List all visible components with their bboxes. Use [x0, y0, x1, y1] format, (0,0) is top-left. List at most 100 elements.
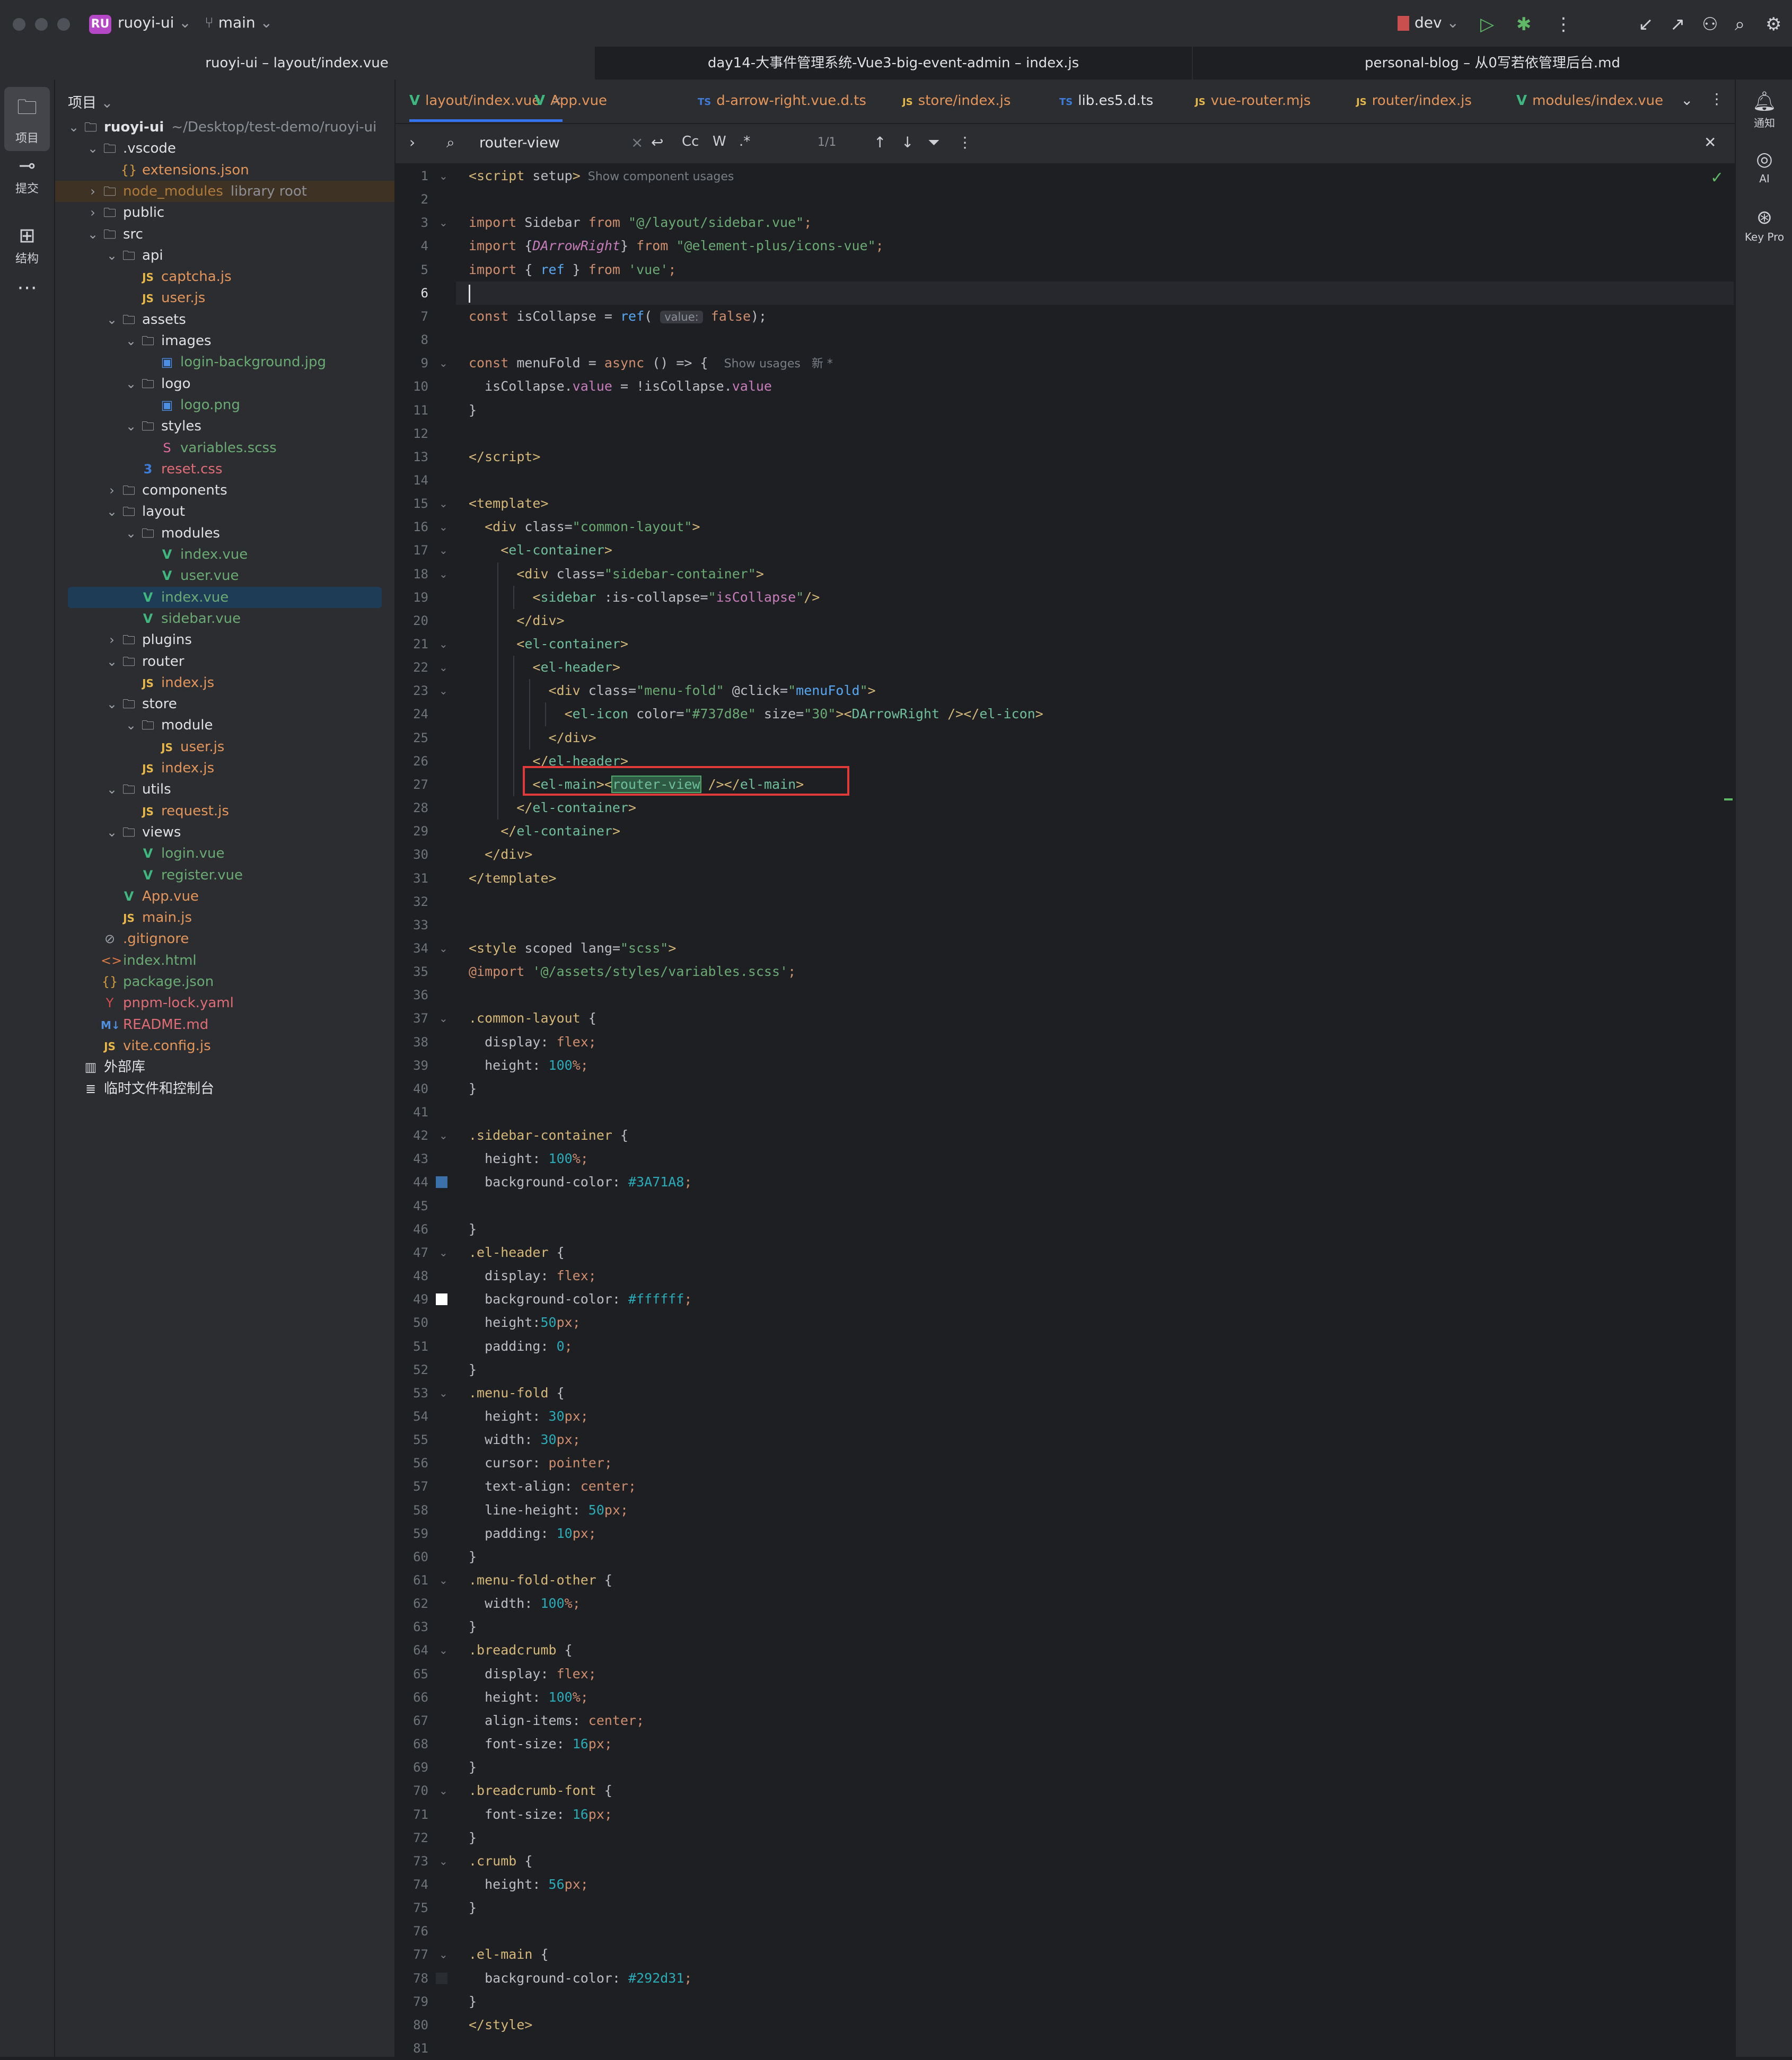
- regex-toggle[interactable]: .*: [739, 134, 750, 149]
- tree-item[interactable]: › 🗀 plugins: [55, 629, 394, 650]
- chevron-down-icon[interactable]: ⌄: [66, 117, 82, 138]
- settings-gear-icon[interactable]: ⚙: [1765, 14, 1781, 35]
- tree-item[interactable]: ⌄ 🗀 logo: [55, 373, 394, 394]
- panel-title-button[interactable]: 项目 ⌄: [68, 91, 113, 112]
- tool-notifications[interactable]: 🔔︎ 通知: [1736, 90, 1792, 130]
- chevron-down-icon[interactable]: ⌄: [123, 373, 139, 394]
- fold-chevron-icon[interactable]: ⌄: [439, 515, 448, 539]
- window-tab-personal-blog[interactable]: personal-blog – 从0写若依管理后台.md: [1193, 47, 1792, 80]
- tree-item[interactable]: › 🗀 components: [55, 480, 394, 501]
- fold-chevron-icon[interactable]: ⌄: [439, 1850, 448, 1873]
- chevron-down-icon[interactable]: ⌄: [85, 224, 101, 245]
- fold-chevron-icon[interactable]: ⌄: [439, 1381, 448, 1405]
- debug-icon[interactable]: ✱: [1516, 14, 1532, 35]
- fold-chevron-icon[interactable]: ⌄: [439, 1007, 448, 1030]
- editor-tab[interactable]: TS lib.es5.d.ts: [1059, 80, 1153, 122]
- editor-tab[interactable]: Vmodules/index.vue: [1516, 80, 1663, 122]
- chevron-right-icon[interactable]: ›: [85, 202, 101, 223]
- tree-item[interactable]: ⌄ 🗀 layout: [55, 501, 394, 522]
- chevron-right-icon[interactable]: ›: [104, 480, 120, 501]
- whole-words-toggle[interactable]: W: [713, 134, 726, 149]
- tree-item[interactable]: Vindex.vue: [55, 544, 394, 565]
- tree-item[interactable]: ⌄ 🗀 images: [55, 330, 394, 351]
- tree-item[interactable]: ⊘ .gitignore: [55, 928, 394, 949]
- tree-item[interactable]: JS main.js: [55, 907, 394, 928]
- tree-item[interactable]: JS index.js: [55, 758, 394, 779]
- no-problems-check-icon[interactable]: ✓: [1710, 169, 1724, 187]
- search-icon[interactable]: ⌕: [1735, 14, 1745, 35]
- tree-item[interactable]: Vlogin.vue: [55, 843, 394, 864]
- tree-item[interactable]: Ypnpm-lock.yaml: [55, 992, 394, 1014]
- next-match-icon[interactable]: ↓: [901, 134, 913, 151]
- expand-replace-icon[interactable]: ›: [409, 134, 415, 151]
- fold-chevron-icon[interactable]: ⌄: [439, 1241, 448, 1264]
- fold-chevron-icon[interactable]: ⌄: [439, 937, 448, 960]
- filter-icon[interactable]: ⏷: [928, 134, 939, 152]
- chevron-down-icon[interactable]: ⌄: [104, 501, 120, 522]
- tree-item[interactable]: ⌄ 🗀 views: [55, 822, 394, 843]
- chevron-down-icon[interactable]: ⌄: [104, 822, 120, 843]
- chevron-down-icon[interactable]: ⌄: [104, 651, 120, 672]
- chevron-down-icon[interactable]: ⌄: [123, 416, 139, 437]
- fold-chevron-icon[interactable]: ⌄: [439, 1639, 448, 1662]
- fold-chevron-icon[interactable]: ⌄: [439, 492, 448, 515]
- fold-chevron-icon[interactable]: ⌄: [439, 1779, 448, 1802]
- tree-item[interactable]: JS request.js: [55, 800, 394, 822]
- match-case-toggle[interactable]: Cc: [682, 134, 699, 149]
- tree-item[interactable]: <>index.html: [55, 950, 394, 971]
- chevron-down-icon[interactable]: ⌄: [104, 309, 120, 330]
- fold-chevron-icon[interactable]: ⌄: [439, 351, 448, 375]
- run-config-selector[interactable]: dev ⌄: [1398, 14, 1459, 31]
- close-window-button[interactable]: [13, 18, 25, 31]
- fold-chevron-icon[interactable]: ⌄: [439, 539, 448, 562]
- search-options-icon[interactable]: ⋮: [958, 134, 972, 151]
- fold-chevron-icon[interactable]: ⌄: [439, 164, 448, 188]
- editor-tab[interactable]: JS store/index.js: [902, 80, 1011, 122]
- minimize-window-button[interactable]: [35, 18, 48, 31]
- tool-commit[interactable]: ⊸ 提交: [4, 148, 50, 201]
- run-icon[interactable]: ▷: [1480, 14, 1494, 35]
- tree-item[interactable]: ⌄ 🗀 ruoyi-ui ~/Desktop/test-demo/ruoyi-ui: [55, 117, 394, 138]
- fold-chevron-icon[interactable]: ⌄: [439, 1569, 448, 1592]
- fold-chevron-icon[interactable]: ⌄: [439, 679, 448, 702]
- tab-more-icon[interactable]: ⋮: [1709, 90, 1724, 108]
- project-badge[interactable]: RU: [89, 15, 111, 34]
- clear-search-icon[interactable]: ×: [631, 134, 643, 151]
- tree-item[interactable]: {} package.json: [55, 971, 394, 992]
- fold-chevron-icon[interactable]: ⌄: [439, 562, 448, 586]
- tool-ai[interactable]: ◎ AI: [1736, 148, 1792, 185]
- tree-item[interactable]: Vindex.vue: [68, 586, 382, 608]
- tree-item[interactable]: ⌄ 🗀 router: [55, 651, 394, 672]
- fold-chevron-icon[interactable]: ⌄: [439, 211, 448, 234]
- fold-chevron-icon[interactable]: ⌄: [439, 1943, 448, 1966]
- search-input[interactable]: router-view: [479, 135, 560, 151]
- tab-list-chevron-icon[interactable]: ⌄: [1681, 91, 1693, 109]
- tree-item[interactable]: JS index.js: [55, 672, 394, 693]
- tree-item[interactable]: JS user.js: [55, 287, 394, 309]
- tree-item[interactable]: {} extensions.json: [55, 160, 394, 181]
- fold-chevron-icon[interactable]: ⌄: [439, 656, 448, 679]
- tool-project[interactable]: 🗀 项目: [4, 87, 50, 151]
- tree-item[interactable]: JS vite.config.js: [55, 1035, 394, 1057]
- editor-tab[interactable]: JS vue-router.mjs: [1195, 80, 1311, 122]
- tree-item[interactable]: ⌄ 🗀 utils: [55, 779, 394, 800]
- tree-item[interactable]: ≣ 临时文件和控制台: [55, 1078, 394, 1099]
- chevron-down-icon[interactable]: ⌄: [85, 138, 101, 159]
- tree-item[interactable]: ⌄ 🗀 assets: [55, 309, 394, 330]
- vcs-update-icon[interactable]: ↙: [1638, 14, 1654, 35]
- search-history-icon[interactable]: ⌕: [446, 134, 455, 152]
- vcs-push-icon[interactable]: ↗: [1670, 14, 1685, 35]
- color-swatch[interactable]: [436, 1972, 447, 1984]
- editor-tab[interactable]: JS router/index.js: [1356, 80, 1472, 122]
- tree-item[interactable]: ⌄ 🗀 modules: [55, 523, 394, 544]
- tree-item[interactable]: › 🗀 node_modules library root: [55, 180, 394, 202]
- tree-item[interactable]: Vsidebar.vue: [55, 608, 394, 629]
- project-switcher[interactable]: ruoyi-ui ⌄: [118, 14, 191, 31]
- editor-tab[interactable]: TS d-arrow-right.vue.d.ts: [698, 80, 866, 122]
- add-user-icon[interactable]: ⚇: [1702, 14, 1718, 35]
- tree-item[interactable]: Svariables.scss: [55, 437, 394, 459]
- tree-item[interactable]: ⌄ 🗀 api: [55, 245, 394, 266]
- chevron-down-icon[interactable]: ⌄: [123, 715, 139, 736]
- tree-item[interactable]: JS user.js: [55, 736, 394, 758]
- chevron-down-icon[interactable]: ⌄: [104, 245, 120, 266]
